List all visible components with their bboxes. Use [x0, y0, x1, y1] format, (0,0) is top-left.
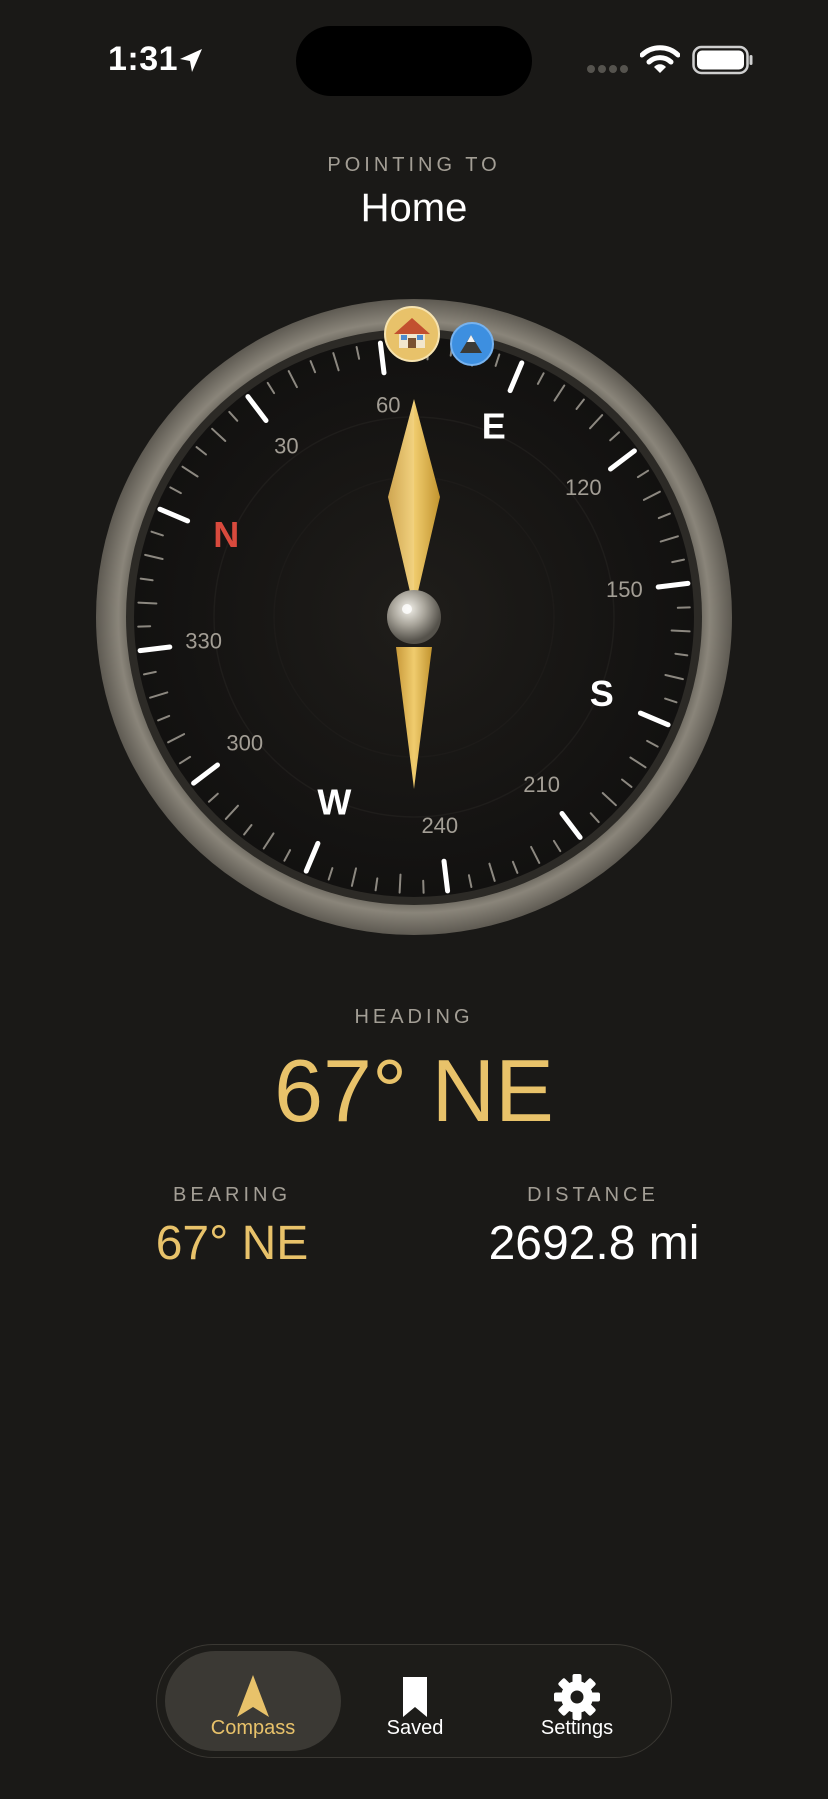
heading-label: HEADING — [354, 1006, 474, 1028]
destination-name: Home — [360, 186, 468, 230]
compass-dial[interactable]: N N E S W 3060120150210240300330 — [92, 295, 736, 939]
cellular-signal-icon — [587, 65, 628, 73]
compass-screen: 1:31 POINTING TO Home N E S W 30 60 120 … — [0, 0, 828, 1799]
gear-icon — [554, 1674, 600, 1720]
battery-icon — [692, 45, 753, 75]
cardinal-e-label: E — [482, 406, 506, 447]
tick-mark — [398, 873, 402, 894]
degree-label: 150 — [606, 577, 643, 602]
tab-bar: Compass Saved Settings — [156, 1644, 672, 1758]
cardinal-s-label: S — [590, 673, 614, 714]
status-time: 1:31 — [108, 40, 179, 78]
cardinal-n-label: N — [213, 514, 239, 555]
degree-label: 300 — [226, 730, 263, 755]
tab-compass[interactable]: Compass — [165, 1651, 341, 1751]
tick-mark — [137, 601, 158, 605]
degree-label: 120 — [565, 475, 602, 500]
wifi-icon — [640, 45, 680, 73]
cardinal-w-label: W — [317, 781, 351, 822]
distance-label: DISTANCE — [527, 1184, 659, 1206]
degree-label: 240 — [421, 813, 458, 838]
tick-mark — [670, 629, 691, 633]
tab-saved-label: Saved — [386, 1717, 444, 1739]
home-marker[interactable] — [384, 306, 440, 362]
location-arrow-icon — [180, 49, 202, 72]
degree-label: 30 — [274, 434, 298, 459]
degree-label: 60 — [376, 392, 400, 417]
status-bar: 1:31 — [0, 0, 828, 120]
tab-settings-label: Settings — [540, 1717, 614, 1739]
mountain-marker[interactable] — [450, 322, 494, 366]
degree-label: 210 — [523, 772, 560, 797]
tab-compass-label: Compass — [210, 1717, 296, 1739]
compass-arrow-icon — [237, 1675, 269, 1717]
needle-hub — [387, 590, 441, 644]
tab-settings[interactable]: Settings — [489, 1651, 665, 1751]
pointing-to-label: POINTING TO — [327, 154, 501, 176]
dynamic-island — [296, 26, 532, 96]
distance-value: 2692.8 mi — [488, 1217, 700, 1270]
heading-value: 67° NE — [274, 1041, 554, 1140]
tab-saved[interactable]: Saved — [327, 1651, 503, 1751]
degree-label: 330 — [185, 629, 222, 654]
bookmark-icon — [403, 1677, 427, 1717]
bearing-value: 67° NE — [155, 1217, 309, 1270]
bearing-label: BEARING — [172, 1184, 292, 1206]
